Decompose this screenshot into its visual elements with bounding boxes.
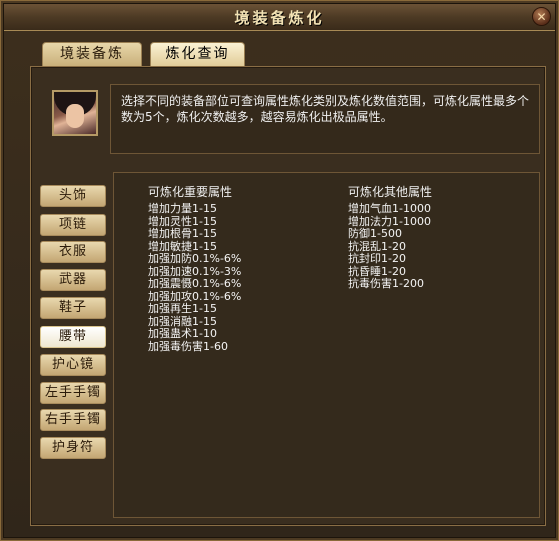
attribute-item: 加强蛊术1-10: [148, 327, 217, 340]
category-button[interactable]: 武器: [40, 269, 106, 291]
close-icon[interactable]: ✕: [532, 7, 551, 26]
attribute-item: 抗封印1-20: [348, 252, 406, 265]
category-button[interactable]: 项链: [40, 214, 106, 236]
category-button[interactable]: 头饰: [40, 185, 106, 207]
attribute-item: 增加气血1-1000: [348, 202, 431, 215]
attribute-item: 防御1-500: [348, 227, 402, 240]
attribute-panel: 可炼化重要属性 增加力量1-15 增加灵性1-15 增加根骨1-15 增加敏捷1-15…: [113, 172, 540, 518]
category-button[interactable]: 护身符: [40, 437, 106, 459]
attribute-item: 加强毒伤害1-60: [148, 339, 228, 353]
tab-refine-query[interactable]: 炼化查询: [150, 42, 245, 66]
description-box: 选择不同的装备部位可查询属性炼化类别及炼化数值范围，可炼化属性最多个数为5个，炼…: [110, 84, 540, 154]
attribute-item: 加强再生1-15: [148, 302, 217, 315]
avatar-face: [66, 104, 84, 128]
main-attrs-list: 增加力量1-15 增加灵性1-15 增加根骨1-15 增加敏捷1-15 加强加防0.1%…: [148, 202, 242, 353]
category-button[interactable]: 右手手镯: [40, 409, 106, 431]
attribute-item: 增加根骨1-15: [148, 227, 217, 240]
other-attrs-title: 可炼化其他属性: [348, 185, 433, 199]
tab-equipment-refine[interactable]: 境装备炼化: [42, 42, 142, 84]
attribute-item: 增加力量1-15: [148, 202, 217, 215]
category-button[interactable]: 腰带: [40, 326, 106, 348]
category-button[interactable]: 左手手镯: [40, 382, 106, 404]
attribute-item: 加强震慑0.1%-6%: [148, 277, 242, 290]
other-attrs-list: 增加气血1-1000 增加法力1-1000 防御1-500 抗混乱1-20 抗封印1-2…: [348, 202, 431, 291]
category-button[interactable]: 鞋子: [40, 297, 106, 319]
window-title: 境装备炼化: [234, 9, 325, 27]
title-bar[interactable]: 境装备炼化 ✕: [4, 4, 555, 31]
npc-avatar: [52, 90, 98, 136]
category-button[interactable]: 衣服: [40, 241, 106, 263]
attribute-item: 抗毒伤害1-200: [348, 277, 424, 290]
attribute-item: 加强加防0.1%-6%: [148, 252, 242, 265]
main-attrs-title: 可炼化重要属性: [148, 185, 233, 199]
category-button[interactable]: 护心镜: [40, 354, 106, 376]
